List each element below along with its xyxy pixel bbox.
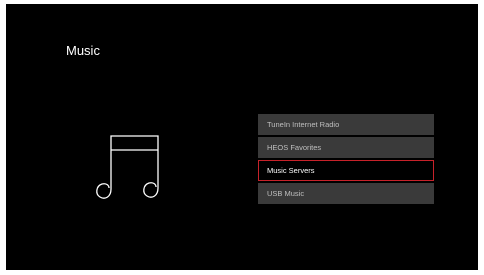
menu-item-label: Music Servers <box>267 166 315 175</box>
music-screen: Music TuneIn Internet Radio HEOS Favorit… <box>6 4 478 270</box>
menu-item-music-servers[interactable]: Music Servers <box>258 160 434 181</box>
menu-item-label: HEOS Favorites <box>267 143 322 152</box>
page-title: Music <box>66 43 100 58</box>
menu-item-heos-favorites[interactable]: HEOS Favorites <box>258 137 434 158</box>
menu-item-label: TuneIn Internet Radio <box>267 120 340 129</box>
menu-item-tunein-internet-radio[interactable]: TuneIn Internet Radio <box>258 114 434 135</box>
menu-item-label: USB Music <box>267 189 305 198</box>
menu-item-usb-music[interactable]: USB Music <box>258 183 434 204</box>
music-note-icon <box>96 135 159 199</box>
